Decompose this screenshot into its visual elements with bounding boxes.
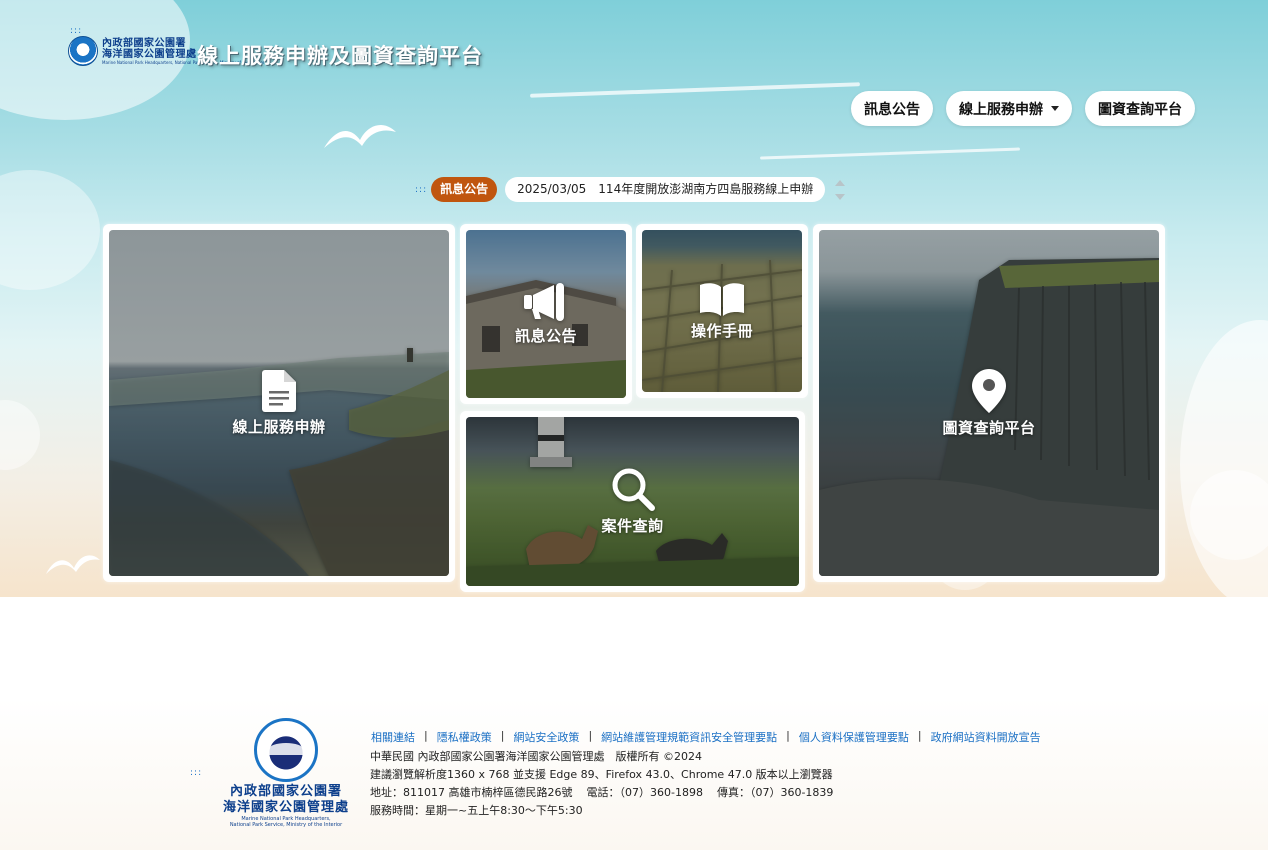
book-icon <box>700 282 744 316</box>
ticker-badge: 訊息公告 <box>431 177 498 202</box>
ticker-text: 114年度開放澎湖南方四島服務線上申辦 <box>598 182 814 196</box>
tile-announcements[interactable]: 訊息公告 <box>466 230 626 398</box>
arrow-down-icon[interactable] <box>835 193 846 200</box>
emblem-icon <box>254 718 318 782</box>
ticker-item[interactable]: 2025/03/05 114年度開放澎湖南方四島服務線上申辦 <box>505 177 826 202</box>
wind-streak <box>530 82 860 98</box>
footer-links: 相關連結 | 隱私權政策 | 網站安全政策 | 網站維護管理規範資訊安全管理要點 | 個… <box>371 729 1041 745</box>
tile-label: 圖資查詢平台 <box>942 418 1036 437</box>
seagull-icon <box>46 555 100 574</box>
footer-link-privacy[interactable]: 隱私權政策 <box>437 729 492 745</box>
footer-contact: 地址：811017 高雄市楠梓區德民路26號 電話：（07）360-1898 傳真：… <box>370 784 833 802</box>
footer-link-maintenance[interactable]: 網站維護管理規範資訊安全管理要點 <box>601 729 777 745</box>
site-title: 線上服務申辦及圖資查詢平台 <box>197 43 483 68</box>
tile-online-service[interactable]: 線上服務申辦 <box>109 230 449 576</box>
footer-address: 地址：811017 高雄市楠梓區德民路26號 <box>370 786 573 799</box>
nav-announcements[interactable]: 訊息公告 <box>851 91 933 126</box>
map-pin-icon <box>972 368 1006 413</box>
news-ticker: ::: 訊息公告 2025/03/05 114年度開放澎湖南方四島服務線上申辦 <box>415 177 846 202</box>
footer-phone: 電話：（07）360-1898 <box>586 786 703 799</box>
footer-link-open-data[interactable]: 政府網站資料開放宣告 <box>931 729 1041 745</box>
footer-browser-note: 建議瀏覽解析度1360 x 768 並支援 Edge 89、Firefox 43… <box>370 768 833 781</box>
link-separator: | <box>786 729 790 742</box>
nav-label: 線上服務申辦 <box>959 101 1043 118</box>
cloud-decoration <box>0 170 100 290</box>
tile-frame: 圖資查詢平台 <box>813 224 1165 582</box>
document-icon <box>262 369 296 412</box>
decor-dots: ::: <box>190 768 203 778</box>
footer-link-related[interactable]: 相關連結 <box>371 729 415 745</box>
footer-hours: 服務時間：星期一~五上午8:30～下午5:30 <box>370 804 583 817</box>
tile-label: 線上服務申辦 <box>232 417 326 436</box>
megaphone-icon <box>524 282 564 321</box>
tile-content: 案件查詢 <box>466 417 799 586</box>
search-icon <box>612 468 655 511</box>
arrow-up-icon[interactable] <box>835 179 846 186</box>
tile-frame: 操作手冊 <box>636 224 808 398</box>
link-separator: | <box>500 729 505 742</box>
emblem-icon <box>68 36 98 66</box>
footer-link-security[interactable]: 網站安全政策 <box>513 729 579 745</box>
footer-logo: 內政部國家公園署 海洋國家公園管理處 Marine National Park … <box>216 718 356 828</box>
tile-label: 訊息公告 <box>514 326 577 345</box>
tile-case-query[interactable]: 案件查詢 <box>466 417 799 586</box>
nav-map-platform[interactable]: 圖資查詢平台 <box>1085 91 1195 126</box>
decor-dots: ::: <box>415 184 428 195</box>
tile-frame: 線上服務申辦 <box>103 224 455 582</box>
footer-copyright: 中華民國 內政部國家公園署海洋國家公園管理處 版權所有 ©2024 <box>370 750 702 763</box>
nav-online-service-dropdown[interactable]: 線上服務申辦 <box>946 91 1072 126</box>
ticker-date: 2025/03/05 <box>517 182 587 196</box>
footer-fax: 傳真：（07）360-1839 <box>716 786 834 799</box>
ticker-controls <box>835 179 846 200</box>
nav-label: 訊息公告 <box>864 101 920 118</box>
link-separator: | <box>424 729 428 742</box>
nav-label: 圖資查詢平台 <box>1098 101 1182 118</box>
tile-content: 圖資查詢平台 <box>819 230 1159 576</box>
tile-frame: 案件查詢 <box>460 411 805 592</box>
tile-content: 線上服務申辦 <box>109 230 449 576</box>
footer-info: 中華民國 內政部國家公園署海洋國家公園管理處 版權所有 ©2024 建議瀏覽解析… <box>370 748 833 820</box>
link-separator: | <box>588 729 593 742</box>
tile-label: 案件查詢 <box>601 517 664 535</box>
footer-org-english: National Park Service, Ministry of the I… <box>229 822 343 828</box>
tile-label: 操作手冊 <box>690 321 753 340</box>
footer-link-personal-data[interactable]: 個人資料保護管理要點 <box>799 729 909 745</box>
decor-dots: ::: <box>70 26 83 36</box>
top-nav: 訊息公告 線上服務申辦 圖資查詢平台 <box>851 91 1195 126</box>
tile-manual[interactable]: 操作手冊 <box>642 230 802 392</box>
seagull-icon <box>324 125 396 148</box>
footer-org-line2: 海洋國家公園管理處 <box>222 800 349 815</box>
footer-org-line1: 內政部國家公園署 <box>229 784 342 799</box>
cloud-decoration <box>0 400 40 470</box>
tile-content: 訊息公告 <box>466 230 626 398</box>
link-separator: | <box>917 729 922 742</box>
tile-map-platform[interactable]: 圖資查詢平台 <box>819 230 1159 576</box>
tile-content: 操作手冊 <box>642 230 802 392</box>
wind-streak <box>760 147 1020 160</box>
tile-frame: 訊息公告 <box>460 224 632 404</box>
caret-down-icon <box>1051 106 1059 111</box>
